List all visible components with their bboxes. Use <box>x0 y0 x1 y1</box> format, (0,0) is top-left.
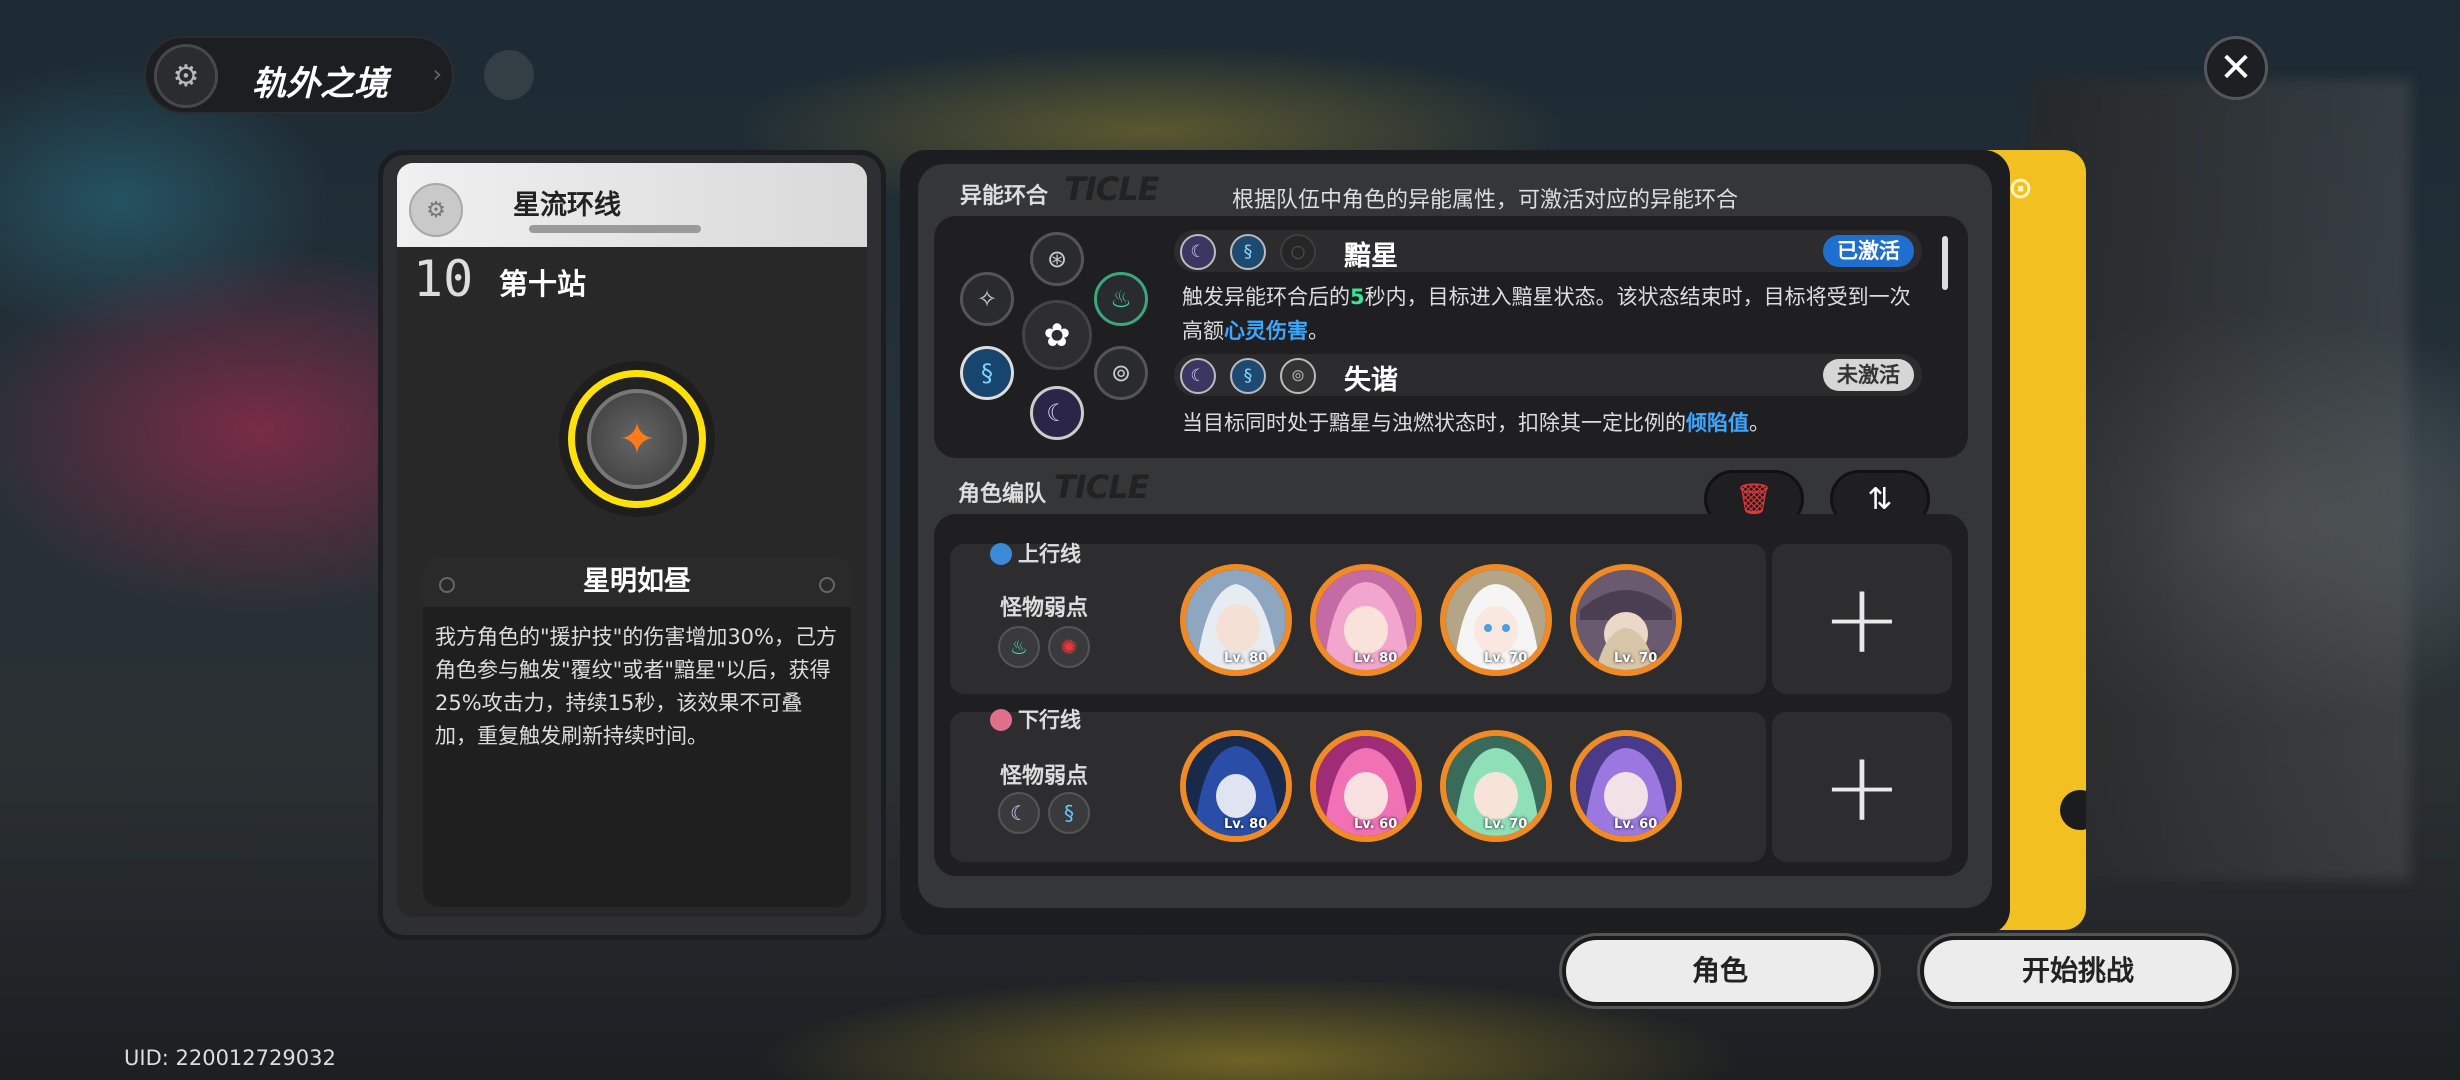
team-member-avatar[interactable]: Lv. 70 <box>1570 564 1682 676</box>
psyche-icon: ☾ <box>1180 358 1216 394</box>
status-badge-active: 已激活 <box>1823 235 1914 267</box>
resonance-name: 失谐 <box>1344 365 1398 396</box>
anima-icon: ⊚ <box>1280 358 1316 394</box>
start-challenge-button[interactable]: 开始挑战 <box>1920 936 2236 1006</box>
route-name: 星流环线 <box>513 190 621 221</box>
swap-icon: ⇅ <box>1867 481 1893 517</box>
route-progress-bar <box>529 225 701 233</box>
buff-effect-description: 我方角色的"援护技"的伤害增加30%，己方角色参与触发"覆纹"或者"黯星"以后，… <box>435 625 837 748</box>
team-member-avatar[interactable]: Lv. 80 <box>1180 730 1292 842</box>
ticket-logo-icon: ⊙ <box>2008 171 2034 206</box>
team-member-avatar[interactable]: Lv. 60 <box>1310 730 1422 842</box>
incantation-attribute-icon-active[interactable]: § <box>960 346 1014 400</box>
resonance-section-desc: 根据队伍中角色的异能属性，可激活对应的异能环合 <box>1232 188 1739 213</box>
team-member-avatar[interactable]: Lv. 80 <box>1310 564 1422 676</box>
incantation-icon: § <box>1230 234 1266 270</box>
train-icon <box>990 543 1012 565</box>
team-member-avatar[interactable]: Lv. 70 <box>1440 564 1552 676</box>
ticket-notch <box>2060 790 2086 830</box>
resonance-row-discord[interactable]: ☾ § ⊚ 失谐 未激活 <box>1174 354 1922 396</box>
ether-attribute-icon[interactable]: ♨ <box>1094 272 1148 326</box>
resonance-scrollbar[interactable] <box>1942 236 1948 290</box>
ether-weakness-icon: ♨ <box>998 626 1040 668</box>
anima-attribute-icon[interactable]: ⊚ <box>1094 346 1148 400</box>
plus-icon: + <box>1821 563 1903 675</box>
station-name: 第十站 <box>499 267 587 301</box>
resonance-center-icon: ✿ <box>1022 300 1092 370</box>
team-member-avatar[interactable]: Lv. 60 <box>1570 730 1682 842</box>
resonance-row-dark-star[interactable]: ☾ § ○ 黯星 已激活 <box>1174 230 1922 272</box>
close-button[interactable]: ✕ <box>2204 36 2268 100</box>
buff-effect-title: 星明如昼 <box>423 557 851 607</box>
incantation-weakness-icon: ✺ <box>1048 626 1090 668</box>
weakness-label: 怪物弱点 <box>1000 596 1089 621</box>
resonance-section-label: 异能环合 <box>960 184 1049 209</box>
buff-medal: ✦ <box>559 361 715 517</box>
chevron-right-icon: › <box>432 60 442 88</box>
weakness-label: 怪物弱点 <box>1000 764 1089 789</box>
lane-down-tag: 下行线 <box>990 704 1081 734</box>
decorative-dot <box>484 50 534 100</box>
plus-icon: + <box>1821 731 1903 843</box>
trash-icon: 🗑 <box>1734 481 1774 517</box>
team-section-label: 角色编队 <box>958 482 1047 507</box>
lane-up-tag: 上行线 <box>990 538 1081 568</box>
psyche-attribute-icon-active[interactable]: ☾ <box>1030 386 1084 440</box>
add-member-slot-down[interactable]: + <box>1772 712 1952 862</box>
uid-label: UID: 220012729032 <box>124 1046 336 1070</box>
psyche-weakness-icon: ☾ <box>998 792 1040 834</box>
resonance-section-deco: TICLE <box>1064 170 1159 208</box>
train-logo-icon: ⚙ <box>154 44 218 108</box>
station-card: ⚙ 星流环线 10 第十站 ✦ 星明如昼 我方角色的"援护技"的伤害增加30%，… <box>378 150 886 940</box>
status-badge-inactive: 未激活 <box>1823 359 1914 391</box>
psyche-icon: ☾ <box>1180 234 1216 270</box>
psyche-damage-keyword[interactable]: 心灵伤害 <box>1224 319 1308 343</box>
incantation-icon: § <box>1230 358 1266 394</box>
close-icon: ✕ <box>2219 45 2253 91</box>
resonance-name: 黯星 <box>1344 241 1398 272</box>
team-section-deco: TICLE <box>1054 468 1149 506</box>
station-number: 10 <box>413 250 474 308</box>
team-member-avatar[interactable]: Lv. 80 <box>1180 564 1292 676</box>
cosmos-attribute-icon[interactable]: ✧ <box>960 272 1014 326</box>
characters-button[interactable]: 角色 <box>1562 936 1878 1006</box>
empty-slot-icon: ○ <box>1280 234 1316 270</box>
mode-title-bar[interactable]: ⚙ 轨外之境 › <box>144 36 454 114</box>
train-icon <box>990 709 1012 731</box>
mode-title: 轨外之境 <box>252 64 388 104</box>
add-member-slot-up[interactable]: + <box>1772 544 1952 694</box>
buff-effect-panel: 星明如昼 我方角色的"援护技"的伤害增加30%，己方角色参与触发"覆纹"或者"黯… <box>423 557 851 907</box>
resonance-desc-discord: 当目标同时处于黯星与浊燃状态时，扣除其一定比例的倾陷值。 <box>1182 411 1770 435</box>
team-member-avatar[interactable]: Lv. 70 <box>1440 730 1552 842</box>
resonance-desc-dark-star: 触发异能环合后的5秒内，目标进入黯星状态。该状态结束时，目标将受到一次高额心灵伤… <box>1182 285 1911 343</box>
physical-attribute-icon[interactable]: ⊛ <box>1030 232 1084 286</box>
cosmos-weakness-icon: § <box>1048 792 1090 834</box>
star-moon-icon: ✦ <box>587 389 687 489</box>
station-card-header: ⚙ 星流环线 <box>397 163 867 247</box>
collapse-value-keyword[interactable]: 倾陷值 <box>1686 411 1749 435</box>
route-emblem-icon: ⚙ <box>409 183 463 237</box>
